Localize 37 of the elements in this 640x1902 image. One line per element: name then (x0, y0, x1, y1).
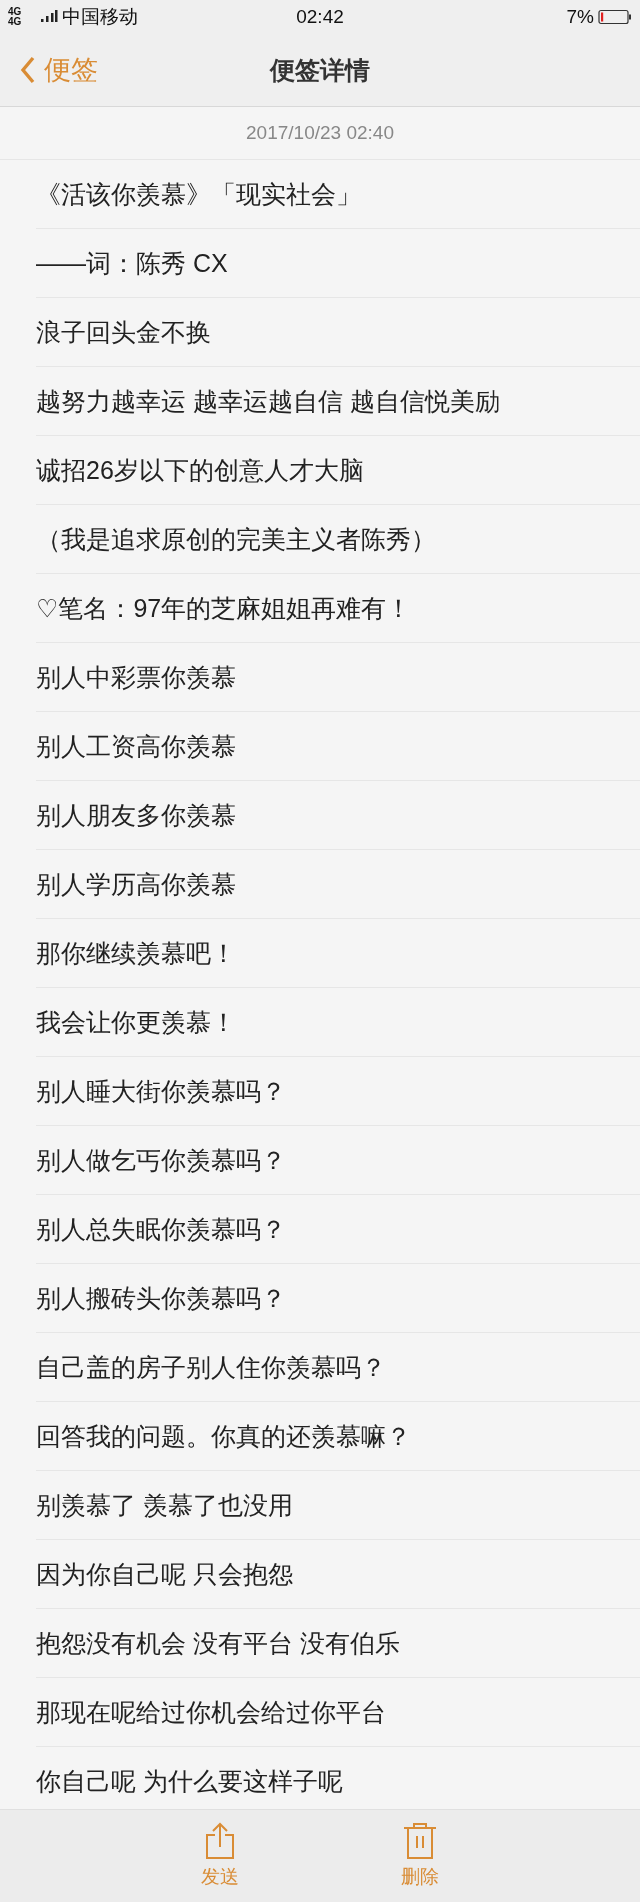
share-icon (205, 1822, 235, 1860)
note-line: 我会让你更羡慕！ (36, 1006, 236, 1038)
note-line: 回答我的问题。你真的还羡慕嘛？ (36, 1420, 411, 1452)
note-line: 那现在呢给过你机会给过你平台 (36, 1696, 386, 1728)
network-indicator: 4G 4G (8, 7, 23, 27)
carrier-name: 中国移动 (62, 5, 138, 29)
back-button[interactable]: 便签 (0, 52, 98, 88)
note-line: 越努力越幸运 越幸运越自信 越自信悦美励 (36, 385, 500, 417)
note-line: 别人学历高你羡慕 (36, 868, 236, 900)
note-line: 别人搬砖头你羡慕吗？ (36, 1282, 286, 1314)
note-line: 别人工资高你羡慕 (36, 730, 236, 762)
note-line: 抱怨没有机会 没有平台 没有伯乐 (36, 1627, 400, 1659)
delete-button[interactable]: 删除 (395, 1810, 445, 1902)
page-title: 便签详情 (270, 54, 370, 86)
note-line: 别人中彩票你羡慕 (36, 661, 236, 693)
note-line: 别人睡大街你羡慕吗？ (36, 1075, 286, 1107)
note-line: ——词：陈秀 CX (36, 247, 228, 279)
note-line: 那你继续羡慕吧！ (36, 937, 236, 969)
status-time: 02:42 (296, 6, 344, 28)
note-line: 别人朋友多你羡慕 (36, 799, 236, 831)
note-line: 诚招26岁以下的创意人才大脑 (36, 454, 364, 486)
note-line: 《活该你羡慕》「现实社会」 (36, 178, 361, 210)
note-line: 别人总失眠你羡慕吗？ (36, 1213, 286, 1245)
battery-icon (598, 9, 632, 25)
trash-icon (403, 1822, 437, 1860)
send-button[interactable]: 发送 (195, 1810, 245, 1902)
note-line: 别人做乞丐你羡慕吗？ (36, 1144, 286, 1176)
note-line: （我是追求原创的完美主义者陈秀） (36, 523, 436, 555)
note-line: 你自己呢 为什么要这样子呢 (36, 1765, 343, 1797)
note-line: 浪子回头金不换 (36, 316, 211, 348)
chevron-left-icon (20, 56, 36, 84)
note-line: 因为你自己呢 只会抱怨 (36, 1558, 293, 1590)
note-date: 2017/10/23 02:40 (0, 107, 640, 160)
note-line: 自己盖的房子别人住你羡慕吗？ (36, 1351, 386, 1383)
note-line: ♡笔名：97年的芝麻姐姐再难有！ (36, 592, 412, 624)
note-line: 别羡慕了 羡慕了也没用 (36, 1489, 293, 1521)
battery-percent: 7% (566, 6, 594, 28)
